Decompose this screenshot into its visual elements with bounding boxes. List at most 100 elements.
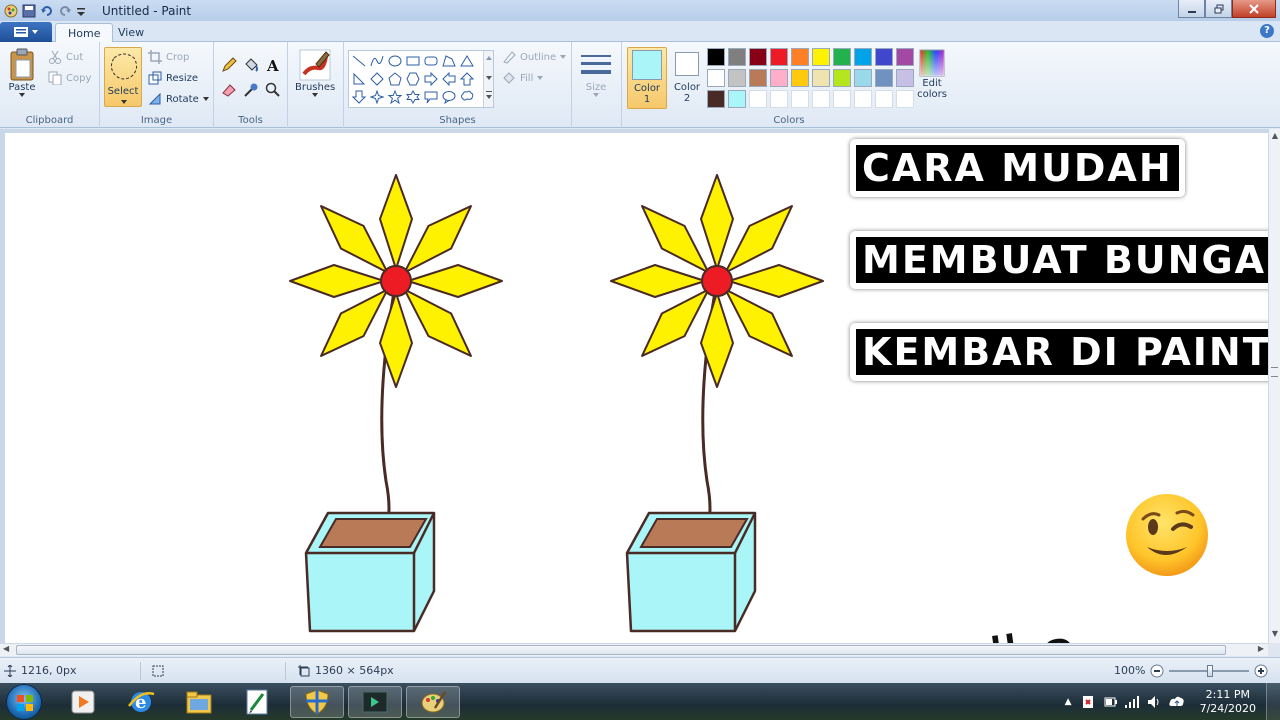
- palette-swatch[interactable]: [875, 69, 893, 87]
- palette-swatch[interactable]: [833, 48, 851, 66]
- rect-callout-icon[interactable]: [422, 88, 440, 106]
- color-picker-icon[interactable]: [241, 80, 261, 100]
- right-arrow-shape-icon[interactable]: [422, 70, 440, 88]
- palette-swatch[interactable]: [728, 69, 746, 87]
- signal-icon[interactable]: [1124, 694, 1140, 710]
- scroll-up-icon[interactable]: ▲: [1269, 131, 1280, 143]
- media-player-icon[interactable]: [56, 686, 110, 718]
- scroll-right-icon[interactable]: ▶: [1258, 644, 1264, 653]
- cut-button[interactable]: Cut: [48, 50, 83, 64]
- paint-taskbar-icon[interactable]: [406, 686, 460, 718]
- right-triangle-shape-icon[interactable]: [350, 70, 368, 88]
- palette-swatch[interactable]: [791, 48, 809, 66]
- security-shield-icon[interactable]: [290, 686, 344, 718]
- palette-swatch[interactable]: [875, 48, 893, 66]
- palette-swatch[interactable]: [854, 69, 872, 87]
- redo-icon[interactable]: [58, 4, 72, 18]
- restore-button[interactable]: [1205, 0, 1232, 18]
- palette-swatch[interactable]: [854, 90, 872, 108]
- text-tool-icon[interactable]: A: [263, 55, 283, 75]
- drawing-canvas[interactable]: CARA MUDAH MEMBUAT BUNGA KEMBAR DI PAINT…: [5, 133, 1268, 643]
- file-explorer-icon[interactable]: [172, 686, 226, 718]
- paint-menu-button[interactable]: [0, 22, 52, 42]
- palette-swatch[interactable]: [812, 90, 830, 108]
- rotate-button[interactable]: Rotate: [148, 92, 209, 106]
- palette-swatch[interactable]: [749, 69, 767, 87]
- six-point-star-icon[interactable]: [404, 88, 422, 106]
- show-desktop-button[interactable]: [1266, 683, 1280, 720]
- video-editor-icon[interactable]: [348, 686, 402, 718]
- zoom-slider[interactable]: [1169, 664, 1250, 678]
- four-point-star-icon[interactable]: [368, 88, 386, 106]
- five-point-star-icon[interactable]: [386, 88, 404, 106]
- pencil-icon[interactable]: [219, 55, 239, 75]
- vertical-scrollbar[interactable]: ▲ ▼: [1268, 129, 1280, 643]
- palette-swatch[interactable]: [791, 69, 809, 87]
- palette-swatch[interactable]: [791, 90, 809, 108]
- line-shape-icon[interactable]: [350, 52, 368, 70]
- up-arrow-shape-icon[interactable]: [458, 70, 476, 88]
- clock[interactable]: 2:11 PM 7/24/2020: [1200, 688, 1256, 716]
- show-hidden-icons[interactable]: ▲: [1065, 697, 1072, 707]
- outline-button[interactable]: Outline: [502, 50, 567, 64]
- pentagon-shape-icon[interactable]: [386, 70, 404, 88]
- down-arrow-shape-icon[interactable]: [350, 88, 368, 106]
- horizontal-scroll-thumb[interactable]: [16, 645, 1226, 655]
- rounded-rectangle-shape-icon[interactable]: [422, 52, 440, 70]
- palette-swatch[interactable]: [896, 90, 914, 108]
- copy-button[interactable]: Copy: [48, 71, 91, 85]
- customize-qat-icon[interactable]: [76, 4, 90, 18]
- polygon-shape-icon[interactable]: [440, 52, 458, 70]
- palette-swatch[interactable]: [770, 69, 788, 87]
- palette-swatch[interactable]: [875, 90, 893, 108]
- palette-swatch[interactable]: [770, 90, 788, 108]
- palette-swatch[interactable]: [896, 69, 914, 87]
- magnifier-icon[interactable]: [263, 80, 283, 100]
- palette-swatch[interactable]: [728, 48, 746, 66]
- palette-swatch[interactable]: [833, 90, 851, 108]
- palette-swatch[interactable]: [854, 48, 872, 66]
- palette-swatch[interactable]: [812, 69, 830, 87]
- cloud-callout-icon[interactable]: [458, 88, 476, 106]
- palette-swatch[interactable]: [749, 48, 767, 66]
- palette-swatch[interactable]: [896, 48, 914, 66]
- scroll-down-icon[interactable]: ▼: [1269, 629, 1280, 641]
- palette-swatch[interactable]: [749, 90, 767, 108]
- horizontal-scrollbar[interactable]: ◀ ▶: [0, 643, 1268, 656]
- eraser-icon[interactable]: [219, 80, 239, 100]
- oval-shape-icon[interactable]: [386, 52, 404, 70]
- resize-button[interactable]: Resize: [148, 71, 198, 85]
- scroll-left-icon[interactable]: ◀: [3, 644, 9, 653]
- crop-button[interactable]: Crop: [148, 50, 189, 64]
- volume-icon[interactable]: [1146, 694, 1162, 710]
- curve-shape-icon[interactable]: [368, 52, 386, 70]
- rectangle-shape-icon[interactable]: [404, 52, 422, 70]
- hexagon-shape-icon[interactable]: [404, 70, 422, 88]
- oval-callout-icon[interactable]: [440, 88, 458, 106]
- left-arrow-shape-icon[interactable]: [440, 70, 458, 88]
- help-icon[interactable]: ?: [1260, 24, 1274, 38]
- power-icon[interactable]: [1102, 694, 1118, 710]
- shapes-scroll[interactable]: [483, 51, 493, 107]
- zoom-out-icon[interactable]: [1150, 664, 1164, 678]
- undo-icon[interactable]: [40, 4, 54, 18]
- tab-view[interactable]: View: [106, 23, 156, 43]
- internet-explorer-icon[interactable]: e: [114, 686, 168, 718]
- save-icon[interactable]: [22, 4, 36, 18]
- color1-selector[interactable]: Color 1: [630, 50, 664, 105]
- size-button[interactable]: Size: [580, 52, 612, 97]
- paint-app-icon[interactable]: [4, 4, 18, 18]
- fill-bucket-icon[interactable]: [241, 55, 261, 75]
- triangle-shape-icon[interactable]: [458, 52, 476, 70]
- diamond-shape-icon[interactable]: [368, 70, 386, 88]
- paste-button[interactable]: Paste: [8, 48, 36, 97]
- palette-swatch[interactable]: [812, 48, 830, 66]
- start-button[interactable]: [6, 684, 42, 720]
- cloud-sync-icon[interactable]: [1168, 694, 1186, 710]
- minimize-button[interactable]: [1178, 0, 1205, 18]
- palette-swatch[interactable]: [728, 90, 746, 108]
- select-button[interactable]: Select: [104, 47, 142, 107]
- palette-swatch[interactable]: [707, 48, 725, 66]
- palette-swatch[interactable]: [707, 69, 725, 87]
- close-button[interactable]: [1232, 0, 1276, 18]
